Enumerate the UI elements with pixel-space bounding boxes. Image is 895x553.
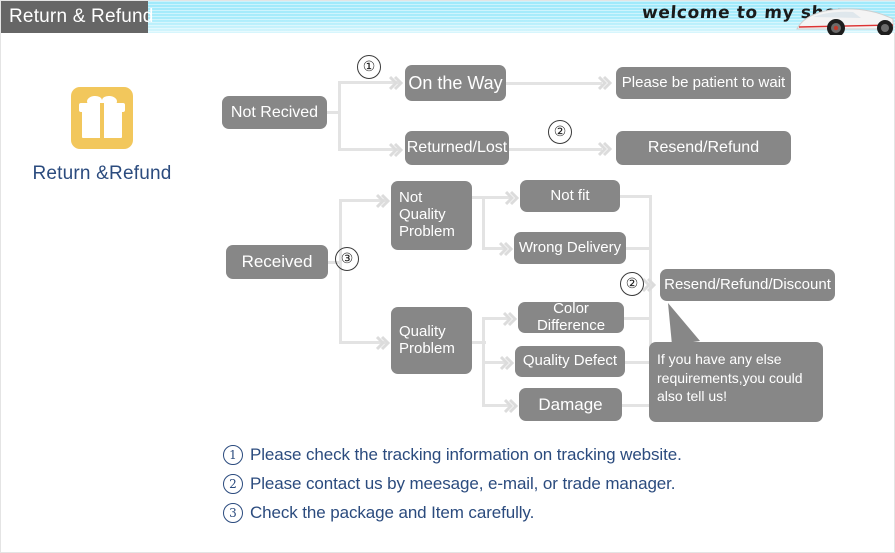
node-damage[interactable]: Damage (519, 388, 622, 421)
gift-box-icon (71, 87, 133, 149)
node-not-recived[interactable]: Not Recived (222, 96, 327, 129)
footnote-text: Please contact us by meesage, e-mail, or… (250, 474, 676, 493)
connector-received-vertical (339, 199, 342, 344)
connector-damage-collect (622, 404, 652, 407)
connector-quality-stub (472, 341, 486, 344)
node-not-quality-problem[interactable]: Not Quality Problem (391, 181, 472, 250)
brand-block: Return &Refund (27, 87, 177, 185)
marker-2-bottom-label: ② (625, 276, 639, 292)
arrowhead-resend (598, 141, 612, 157)
footnote-item: 3 Check the package and Item carefully. (223, 503, 843, 523)
return-refund-infographic: Return & Refund welcome to my shop Retur… (0, 0, 895, 553)
node-on-the-way[interactable]: On the Way (405, 65, 506, 101)
arrowhead-quality (376, 335, 390, 351)
brand-label: Return &Refund (32, 163, 172, 184)
node-resend-refund-discount[interactable]: Resend/Refund/Discount (660, 269, 835, 301)
marker-2-top-label: ② (553, 124, 567, 140)
header-title-tab: Return & Refund (1, 1, 153, 33)
arrowhead-notquality (376, 193, 390, 209)
connector-notfit-collect (620, 195, 652, 198)
connector-returnedlost-resend (509, 148, 602, 151)
arrowhead-damage (504, 398, 518, 414)
node-returned-lost[interactable]: Returned/Lost (405, 131, 509, 165)
connector-colordiff-collect (624, 317, 652, 320)
arrowhead-resendrefunddiscount (642, 277, 656, 293)
marker-1-label: ① (362, 59, 376, 75)
marker-3-label: ③ (340, 251, 354, 267)
footnote-item: 2 Please contact us by meesage, e-mail, … (223, 474, 843, 494)
marker-2-bottom: ② (620, 272, 644, 296)
arrowhead-wait (598, 75, 612, 91)
node-color-difference[interactable]: Color Difference (518, 300, 624, 333)
callout-extra-requirements: If you have any else requirements,you co… (649, 342, 823, 422)
connector-wrongdelivery-collect (626, 247, 652, 250)
sports-car-icon (789, 5, 894, 35)
footnotes-list: 1 Please check the tracking information … (223, 445, 843, 532)
connector-ontheway-wait (506, 82, 602, 85)
connector-notquality-vertical (482, 196, 485, 248)
arrowhead-ontheway (389, 75, 403, 91)
node-please-be-patient[interactable]: Please be patient to wait (616, 67, 791, 99)
node-received[interactable]: Received (226, 245, 328, 279)
node-wrong-delivery[interactable]: Wrong Delivery (514, 232, 626, 264)
connector-notrecived-vertical (338, 81, 341, 151)
node-quality-defect[interactable]: Quality Defect (515, 346, 625, 377)
node-resend-refund[interactable]: Resend/Refund (616, 131, 791, 165)
arrowhead-colordiff (503, 311, 517, 327)
arrowhead-qualitydefect (500, 355, 514, 371)
marker-2-top: ② (548, 120, 572, 144)
footnote-text: Check the package and Item carefully. (250, 503, 535, 522)
marker-3-received: ③ (335, 247, 359, 271)
marker-1-top: ① (357, 55, 381, 79)
arrowhead-wrongdelivery (499, 241, 513, 257)
footnote-item: 1 Please check the tracking information … (223, 445, 843, 465)
footnote-text: Please check the tracking information on… (250, 445, 682, 464)
node-not-fit[interactable]: Not fit (520, 180, 620, 212)
arrowhead-returnedlost (389, 142, 403, 158)
footnote-number: 2 (223, 474, 243, 494)
arrowhead-notfit (505, 190, 519, 206)
footnote-number: 1 (223, 445, 243, 465)
footnote-number: 3 (223, 503, 243, 523)
connector-qualitydefect-collect (625, 361, 652, 364)
node-quality-problem[interactable]: Quality Problem (391, 307, 472, 374)
